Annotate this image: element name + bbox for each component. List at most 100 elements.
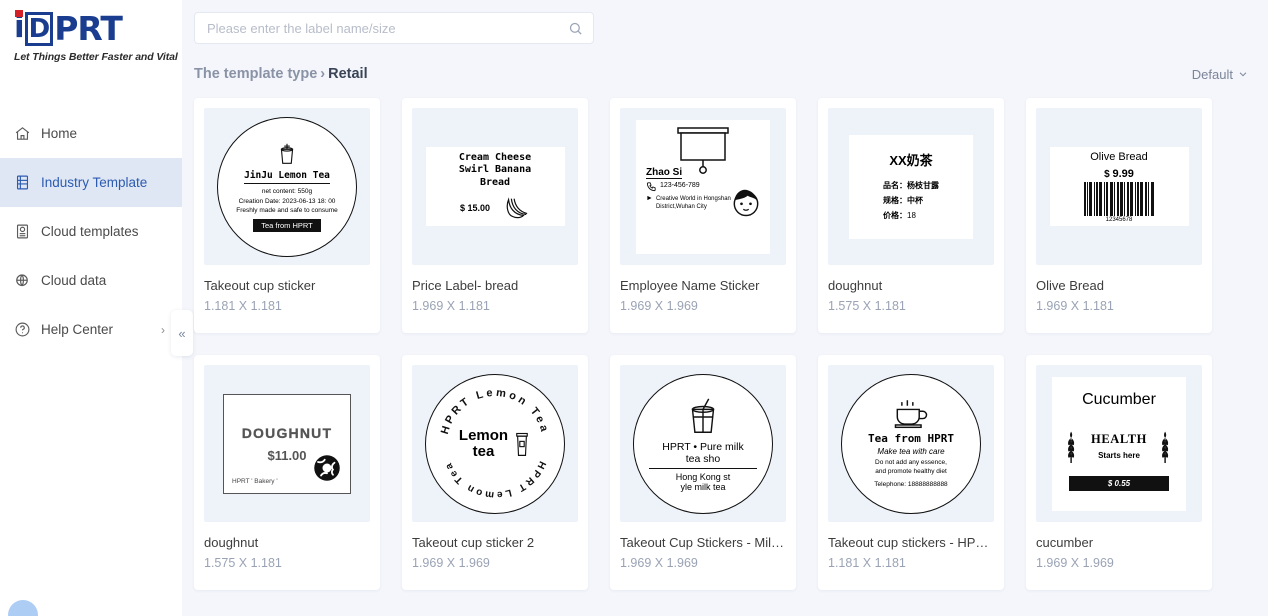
brand-logo[interactable]: iDPRT Let Things Better Faster and Vital [0, 0, 182, 63]
bubble-tea-cup-icon [685, 396, 721, 438]
label-phone: 123-456-789 [660, 181, 700, 191]
label-employee-name: Zhao Si [646, 167, 682, 179]
label-line-1: HPRT • Pure milk [662, 441, 743, 453]
label-price: $11.00 [267, 448, 306, 463]
sidebar-item-home[interactable]: Home [0, 109, 182, 158]
template-card[interactable]: Cucumber HEALTH Starts he [1026, 355, 1212, 590]
breadcrumb-current: Retail [328, 66, 368, 82]
template-size: 1.969 X 1.969 [620, 299, 786, 313]
sort-dropdown[interactable]: Default [1192, 67, 1248, 82]
template-title: Takeout cup stickers - HPRT... [828, 535, 994, 550]
sidebar-item-cloud-templates[interactable]: Cloud templates [0, 207, 182, 256]
label-price: 9.99 [1112, 168, 1133, 180]
template-size: 1.969 X 1.969 [620, 556, 786, 570]
label-row2-key: 规格： [883, 196, 907, 205]
label-art-doughnut-price: DOUGHNUT $11.00 HPRT ' Bakery ' [223, 394, 351, 494]
label-price: $ 0.55 [1069, 476, 1169, 491]
label-address-1: Creative World in Hongshan [656, 195, 731, 203]
template-card[interactable]: DOUGHNUT $11.00 HPRT ' Bakery ' doughnut… [194, 355, 380, 590]
template-card[interactable]: Tea from HPRT Make tea with care Do not … [818, 355, 1004, 590]
sidebar-item-label: Help Center [41, 322, 113, 337]
template-preview: Tea from HPRT Make tea with care Do not … [828, 365, 994, 522]
chevron-down-icon [1238, 67, 1248, 82]
template-preview: JinJu Lemon Tea net content: 550g Creati… [204, 108, 370, 265]
template-card[interactable]: Zhao Si 123-456-789 ► Creative World in … [610, 98, 796, 333]
template-size: 1.969 X 1.181 [1036, 299, 1202, 313]
template-card[interactable]: HPRT Lemon Tea HPRT Lemon Tea Lemon tea [402, 355, 588, 590]
label-row3-key: 价格： [883, 211, 907, 220]
label-price: $ 15.00 [460, 203, 490, 213]
search-box[interactable] [194, 12, 594, 44]
app-root: iDPRT Let Things Better Faster and Vital… [0, 0, 1268, 616]
main-content: The template type › Retail Default [182, 0, 1268, 616]
template-size: 1.969 X 1.969 [412, 556, 578, 570]
template-title: Olive Bread [1036, 278, 1202, 293]
label-art-cream-cheese-bread: Cream Cheese Swirl Banana Bread $ 15.00 [426, 147, 565, 226]
label-line-2: tea sho [686, 453, 720, 465]
template-card[interactable]: Olive Bread $ 9.99 [1026, 98, 1212, 333]
sidebar-nav: Home Industry Template [0, 109, 182, 354]
template-card[interactable]: Cream Cheese Swirl Banana Bread $ 15.00 … [402, 98, 588, 333]
template-grid: JinJu Lemon Tea net content: 550g Creati… [182, 82, 1268, 590]
label-badge: Tea from HPRT [253, 219, 321, 232]
template-preview: HPRT Lemon Tea HPRT Lemon Tea Lemon tea [412, 365, 578, 522]
label-art-tea-from-hprt-round: Tea from HPRT Make tea with care Do not … [841, 374, 981, 514]
label-art-olive-bread-barcode: Olive Bread $ 9.99 [1050, 147, 1189, 226]
label-line-2: Do not add any essence, [875, 458, 947, 467]
search-row [182, 0, 1268, 44]
breadcrumb-root[interactable]: The template type [194, 66, 317, 82]
template-title: Takeout cup sticker 2 [412, 535, 578, 550]
template-card[interactable]: HPRT • Pure milk tea sho Hong Kong st yl… [610, 355, 796, 590]
template-icon [8, 174, 36, 191]
template-card[interactable]: JinJu Lemon Tea net content: 550g Creati… [194, 98, 380, 333]
sidebar-item-cloud-data[interactable]: Cloud data [0, 256, 182, 305]
search-icon[interactable] [568, 21, 583, 36]
label-line-2: Creation Date: 2023-06-13 18: 00 [239, 197, 336, 206]
label-line-3: Bread [480, 177, 510, 190]
label-heading: Tea from HPRT [868, 432, 954, 445]
template-card[interactable]: XX奶茶 品名：杨枝甘露 规格：中杯 价格：18 doughnut 1.575 … [818, 98, 1004, 333]
avatar[interactable] [8, 600, 38, 616]
label-art-employee-name: Zhao Si 123-456-789 ► Creative World in … [636, 120, 770, 254]
label-heading: DOUGHNUT [242, 425, 332, 441]
arc-bottom-text: HPRT Lemon Tea [442, 459, 547, 500]
label-art-pure-milk-tea-round: HPRT • Pure milk tea sho Hong Kong st yl… [633, 374, 773, 514]
breadcrumb-row: The template type › Retail Default [182, 44, 1268, 82]
label-art-lemon-tea-round: HPRT Lemon Tea HPRT Lemon Tea Lemon tea [425, 374, 565, 514]
template-size: 1.575 X 1.181 [204, 556, 370, 570]
logo-letters-prt: PRT [54, 12, 122, 45]
label-art-jinju-lemon-tea: JinJu Lemon Tea net content: 550g Creati… [217, 117, 357, 257]
sidebar-item-help-center[interactable]: Help Center › [0, 305, 182, 354]
label-heading: XX奶茶 [889, 150, 932, 169]
svg-text:HPRT Lemon Tea: HPRT Lemon Tea [442, 459, 547, 500]
label-line-2: Swirl Banana [459, 164, 531, 177]
label-art-cucumber-health: Cucumber HEALTH Starts he [1052, 377, 1186, 511]
template-size: 1.969 X 1.181 [412, 299, 578, 313]
label-address-2: District,Wuhan City [656, 203, 731, 211]
template-size: 1.969 X 1.969 [1036, 556, 1202, 570]
arc-text: HPRT Lemon Tea HPRT Lemon Tea [425, 374, 565, 514]
sidebar-item-label: Cloud templates [41, 224, 139, 239]
triangle-marker-icon: ► [646, 195, 653, 212]
wheat-icon [1061, 429, 1083, 463]
search-input[interactable] [205, 20, 568, 37]
label-row3-value: 18 [907, 211, 916, 220]
teacup-icon [890, 398, 932, 430]
wheat-icon [1155, 429, 1177, 463]
barcode-icon [1084, 182, 1154, 216]
label-art-milk-tea-cn: XX奶茶 品名：杨枝甘露 规格：中杯 价格：18 [849, 135, 973, 239]
label-heading: JinJu Lemon Tea [244, 169, 330, 184]
logo-letter-i: i [14, 12, 24, 43]
barcode-number: 12345678 [1106, 217, 1133, 223]
sidebar-item-label: Industry Template [41, 175, 147, 190]
sort-dropdown-label: Default [1192, 67, 1233, 82]
label-sub: Starts here [1091, 451, 1147, 460]
breadcrumb-separator: › [320, 66, 325, 82]
template-preview: Zhao Si 123-456-789 ► Creative World in … [620, 108, 786, 265]
label-line-3: Hong Kong st [649, 472, 757, 482]
template-title: Takeout Cup Stickers - Milk ... [620, 535, 786, 550]
template-title: doughnut [204, 535, 370, 550]
sidebar-item-label: Home [41, 126, 77, 141]
sidebar-item-industry-template[interactable]: Industry Template [0, 158, 182, 207]
template-title: Takeout cup sticker [204, 278, 370, 293]
